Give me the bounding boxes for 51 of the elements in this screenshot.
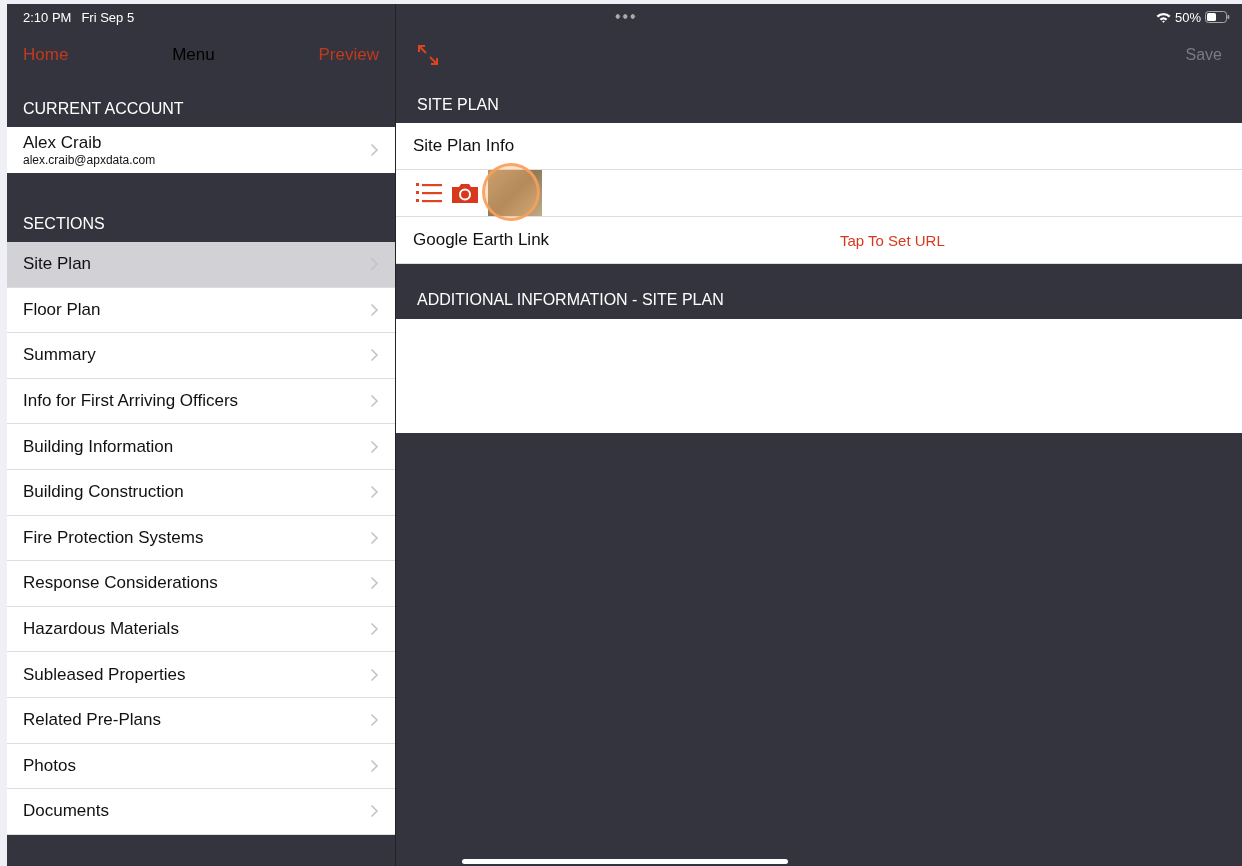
chevron-icon bbox=[370, 667, 379, 682]
account-name: Alex Craib bbox=[23, 133, 103, 153]
wifi-icon bbox=[1155, 11, 1171, 23]
account-row[interactable]: Alex Craib alex.craib@apxdata.com bbox=[7, 127, 395, 173]
chevron-icon bbox=[370, 530, 379, 545]
section-header: ADDITIONAL INFORMATION - SITE PLAN bbox=[416, 290, 725, 310]
section-header: SECTIONS bbox=[22, 214, 106, 234]
status-date: Fri Sep 5 bbox=[81, 9, 135, 25]
item-label: Summary bbox=[23, 345, 96, 366]
chevron-icon bbox=[370, 576, 379, 591]
item-label: Photos bbox=[23, 755, 76, 776]
item-label: Documents bbox=[23, 801, 109, 822]
chevron-icon bbox=[370, 713, 379, 728]
item-label: Subleased Properties bbox=[23, 664, 186, 685]
multitask-dots-icon bbox=[614, 14, 636, 19]
item-label: Site Plan bbox=[23, 254, 92, 275]
chevron-icon bbox=[370, 622, 379, 637]
chevron-icon bbox=[370, 758, 379, 773]
row-label: Google Earth Link bbox=[413, 230, 550, 250]
item-label: Floor Plan bbox=[23, 299, 101, 320]
status-time: 2:10 PM bbox=[23, 9, 72, 25]
chevron-icon bbox=[370, 804, 379, 819]
section-header: CURRENT ACCOUNT bbox=[22, 99, 185, 119]
battery-percent: 50% bbox=[1174, 9, 1201, 25]
item-label: Building Construction bbox=[23, 482, 184, 503]
item-label: Fire Protection Systems bbox=[23, 527, 204, 548]
chevron-icon bbox=[370, 394, 379, 409]
item-label: Response Considerations bbox=[23, 573, 218, 594]
item-label: Hazardous Materials bbox=[23, 619, 179, 640]
menu-title: Menu bbox=[172, 45, 215, 65]
set-url-link[interactable]: Tap To Set URL bbox=[840, 231, 945, 249]
chevron-icon bbox=[370, 439, 379, 454]
account-email: alex.craib@apxdata.com bbox=[23, 153, 156, 167]
numbered-list-icon[interactable] bbox=[416, 182, 442, 204]
info-row[interactable]: Site Plan Info bbox=[396, 123, 1242, 170]
link-row[interactable]: Google Earth Link Tap To Set URL bbox=[396, 217, 1242, 264]
battery-icon bbox=[1205, 11, 1230, 23]
chevron-icon bbox=[370, 302, 379, 317]
row-label: Site Plan Info bbox=[413, 136, 515, 156]
sidebar-item[interactable]: Site Plan bbox=[7, 242, 395, 288]
touch-indicator bbox=[482, 163, 540, 221]
chevron-icon bbox=[370, 485, 379, 500]
chevron-icon bbox=[370, 348, 379, 363]
item-label: Info for First Arriving Officers bbox=[23, 391, 239, 412]
expand-icon[interactable] bbox=[416, 43, 440, 67]
section-header: SITE PLAN bbox=[416, 95, 500, 115]
chevron-icon bbox=[370, 143, 379, 157]
camera-icon[interactable] bbox=[452, 183, 478, 203]
item-label: Building Information bbox=[23, 436, 174, 457]
photo-placeholder[interactable] bbox=[488, 170, 542, 216]
item-label: Related Pre-Plans bbox=[23, 710, 161, 731]
